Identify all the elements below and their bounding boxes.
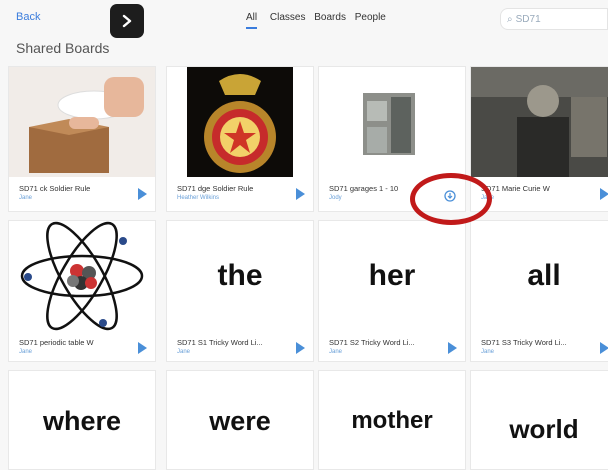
- word-text: were: [209, 405, 271, 436]
- play-icon[interactable]: [138, 342, 147, 354]
- play-icon[interactable]: [138, 188, 147, 200]
- play-icon[interactable]: [600, 188, 608, 200]
- word-text: her: [368, 259, 416, 292]
- board-owner: Jane: [177, 349, 191, 355]
- play-icon[interactable]: [448, 342, 457, 354]
- download-icon[interactable]: [443, 189, 457, 203]
- board-card[interactable]: world: [470, 370, 608, 470]
- word-text: the: [217, 259, 263, 292]
- word-text: mother: [351, 407, 433, 434]
- filter-tabs: All Classes Boards People: [246, 12, 392, 29]
- marie-curie-image: [471, 67, 608, 177]
- board-title: SD71 Marie Curie W: [481, 184, 550, 193]
- board-title: SD71 S1 Tricky Word Li...: [177, 338, 263, 347]
- top-bar: Back All Classes Boards People ⌕ SD71: [0, 0, 608, 40]
- board-card[interactable]: SD71 periodic table W Jane: [8, 220, 156, 362]
- word-text: where: [42, 405, 122, 436]
- board-card[interactable]: her SD71 S2 Tricky Word Li... Jane: [318, 220, 466, 362]
- board-thumbnail: [9, 67, 155, 177]
- tab-classes[interactable]: Classes: [270, 12, 306, 23]
- board-thumbnail: [167, 67, 313, 177]
- board-card[interactable]: were: [166, 370, 314, 470]
- board-title: SD71 S2 Tricky Word Li...: [329, 338, 415, 347]
- board-card[interactable]: all SD71 S3 Tricky Word Li... Jane: [470, 220, 608, 362]
- board-thumbnail: [471, 67, 608, 177]
- back-button[interactable]: Back: [16, 11, 40, 23]
- board-title: SD71 S3 Tricky Word Li...: [481, 338, 567, 347]
- board-thumbnail: all: [471, 221, 608, 331]
- board-thumbnail: where: [9, 371, 155, 469]
- tab-people[interactable]: People: [355, 12, 386, 23]
- board-thumbnail: her: [319, 221, 465, 331]
- board-card[interactable]: SD71 dge Soldier Rule Heather Wilkins: [166, 66, 314, 212]
- board-thumbnail: [9, 221, 155, 331]
- board-owner: Jody: [329, 195, 342, 201]
- board-thumbnail: the: [167, 221, 313, 331]
- search-icon: ⌕: [507, 13, 513, 25]
- play-icon[interactable]: [296, 342, 305, 354]
- board-card[interactable]: the SD71 S1 Tricky Word Li... Jane: [166, 220, 314, 362]
- board-owner: Jane: [481, 349, 495, 355]
- board-card[interactable]: SD71 Marie Curie W Jane: [470, 66, 608, 212]
- play-icon[interactable]: [600, 342, 608, 354]
- search-value: SD71: [515, 13, 541, 25]
- chevron-right-icon: [122, 14, 132, 28]
- tab-all[interactable]: All: [246, 12, 258, 29]
- board-owner: Jane: [19, 195, 33, 201]
- board-card[interactable]: mother: [318, 370, 466, 470]
- search-input[interactable]: ⌕ SD71: [500, 8, 608, 30]
- garage-image: [363, 93, 415, 155]
- word-text: world: [509, 413, 579, 444]
- play-icon[interactable]: [296, 188, 305, 200]
- board-owner: Jane: [481, 195, 495, 201]
- board-title: SD71 dge Soldier Rule: [177, 184, 254, 193]
- board-card[interactable]: where: [8, 370, 156, 470]
- board-thumbnail: [319, 67, 465, 177]
- board-thumbnail: mother: [319, 371, 465, 469]
- soldier-box-image: [9, 67, 155, 177]
- board-owner: Jane: [329, 349, 343, 355]
- board-thumbnail: world: [471, 371, 608, 469]
- atom-icon: [20, 221, 144, 331]
- board-title: SD71 garages 1 - 10: [329, 184, 399, 193]
- tab-boards[interactable]: Boards: [314, 12, 346, 23]
- board-card[interactable]: SD71 ck Soldier Rule Jane: [8, 66, 156, 212]
- board-owner: Heather Wilkins: [177, 195, 220, 201]
- badge-image: [187, 67, 293, 177]
- board-title: SD71 ck Soldier Rule: [19, 184, 91, 193]
- board-thumbnail: were: [167, 371, 313, 469]
- forward-button[interactable]: [110, 4, 144, 38]
- board-owner: Jane: [19, 349, 33, 355]
- page-title: Shared Boards: [16, 40, 110, 56]
- word-text: all: [527, 259, 561, 292]
- board-title: SD71 periodic table W: [19, 338, 94, 347]
